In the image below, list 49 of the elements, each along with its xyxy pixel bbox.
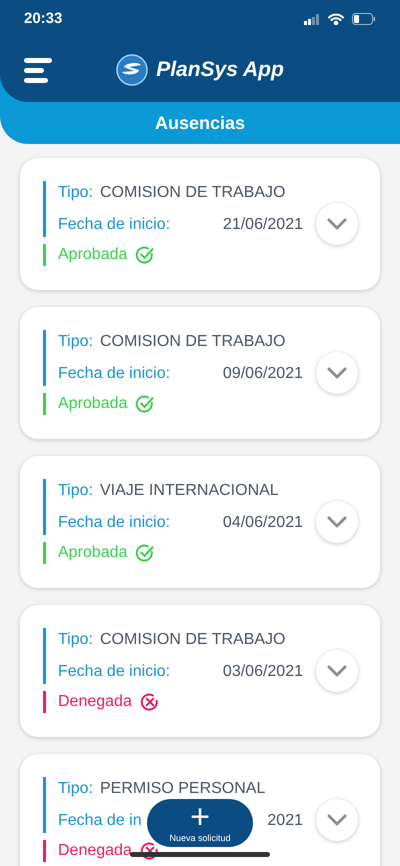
date-value: 2021: [267, 812, 303, 829]
date-value: 09/06/2021: [222, 365, 303, 382]
expand-button[interactable]: [316, 203, 358, 245]
logo-icon: [116, 54, 148, 86]
wifi-icon: [328, 13, 344, 25]
type-label: Tipo:: [58, 481, 93, 501]
date-value: 21/06/2021: [222, 216, 303, 233]
type-value: COMISION DE TRABAJO: [100, 630, 286, 650]
cross-circle-icon: [140, 692, 160, 712]
expand-button[interactable]: [316, 650, 358, 692]
cross-circle-icon: [140, 841, 160, 861]
date-label: Fecha de inicio:: [58, 514, 170, 531]
date-label: Fecha de inicio:: [58, 216, 170, 233]
status-text: Aprobada: [58, 543, 128, 563]
type-value: COMISION DE TRABAJO: [100, 332, 286, 352]
status-text: Denegada: [58, 692, 132, 712]
chevron-down-icon: [327, 516, 347, 528]
new-request-button[interactable]: + Nueva solicitud: [147, 799, 253, 847]
expand-button[interactable]: [316, 799, 358, 841]
date-label: Fecha de inicio:: [58, 663, 170, 680]
expand-button[interactable]: [316, 352, 358, 394]
app-name: PlanSys App: [156, 57, 284, 84]
status-text: Denegada: [58, 841, 132, 861]
section-title: Ausencias: [154, 112, 246, 134]
type-value: VIAJE INTERNACIONAL: [100, 481, 279, 501]
date-label: Fecha de in: [58, 812, 142, 829]
type-label: Tipo:: [58, 630, 93, 650]
status-time: 20:33: [24, 8, 62, 29]
status-text: Aprobada: [58, 394, 128, 414]
check-circle-icon: [135, 543, 156, 563]
type-value: PERMISO PERSONAL: [100, 779, 266, 799]
chevron-down-icon: [327, 814, 347, 826]
date-value: 04/06/2021: [222, 514, 303, 531]
chevron-down-icon: [327, 367, 347, 379]
check-circle-icon: [135, 245, 156, 265]
date-label: Fecha de inicio:: [58, 365, 170, 382]
expand-button[interactable]: [316, 501, 358, 543]
chevron-down-icon: [327, 665, 347, 677]
signal-icon: [304, 14, 320, 24]
status-text: Aprobada: [58, 245, 128, 265]
type-value: COMISION DE TRABAJO: [100, 183, 286, 203]
menu-button[interactable]: [24, 58, 54, 82]
date-value: 03/06/2021: [222, 663, 303, 680]
type-label: Tipo:: [58, 332, 93, 352]
type-label: Tipo:: [58, 779, 93, 799]
battery-icon: [352, 13, 376, 25]
chevron-down-icon: [327, 218, 347, 230]
check-circle-icon: [135, 394, 156, 414]
type-label: Tipo:: [58, 183, 93, 203]
